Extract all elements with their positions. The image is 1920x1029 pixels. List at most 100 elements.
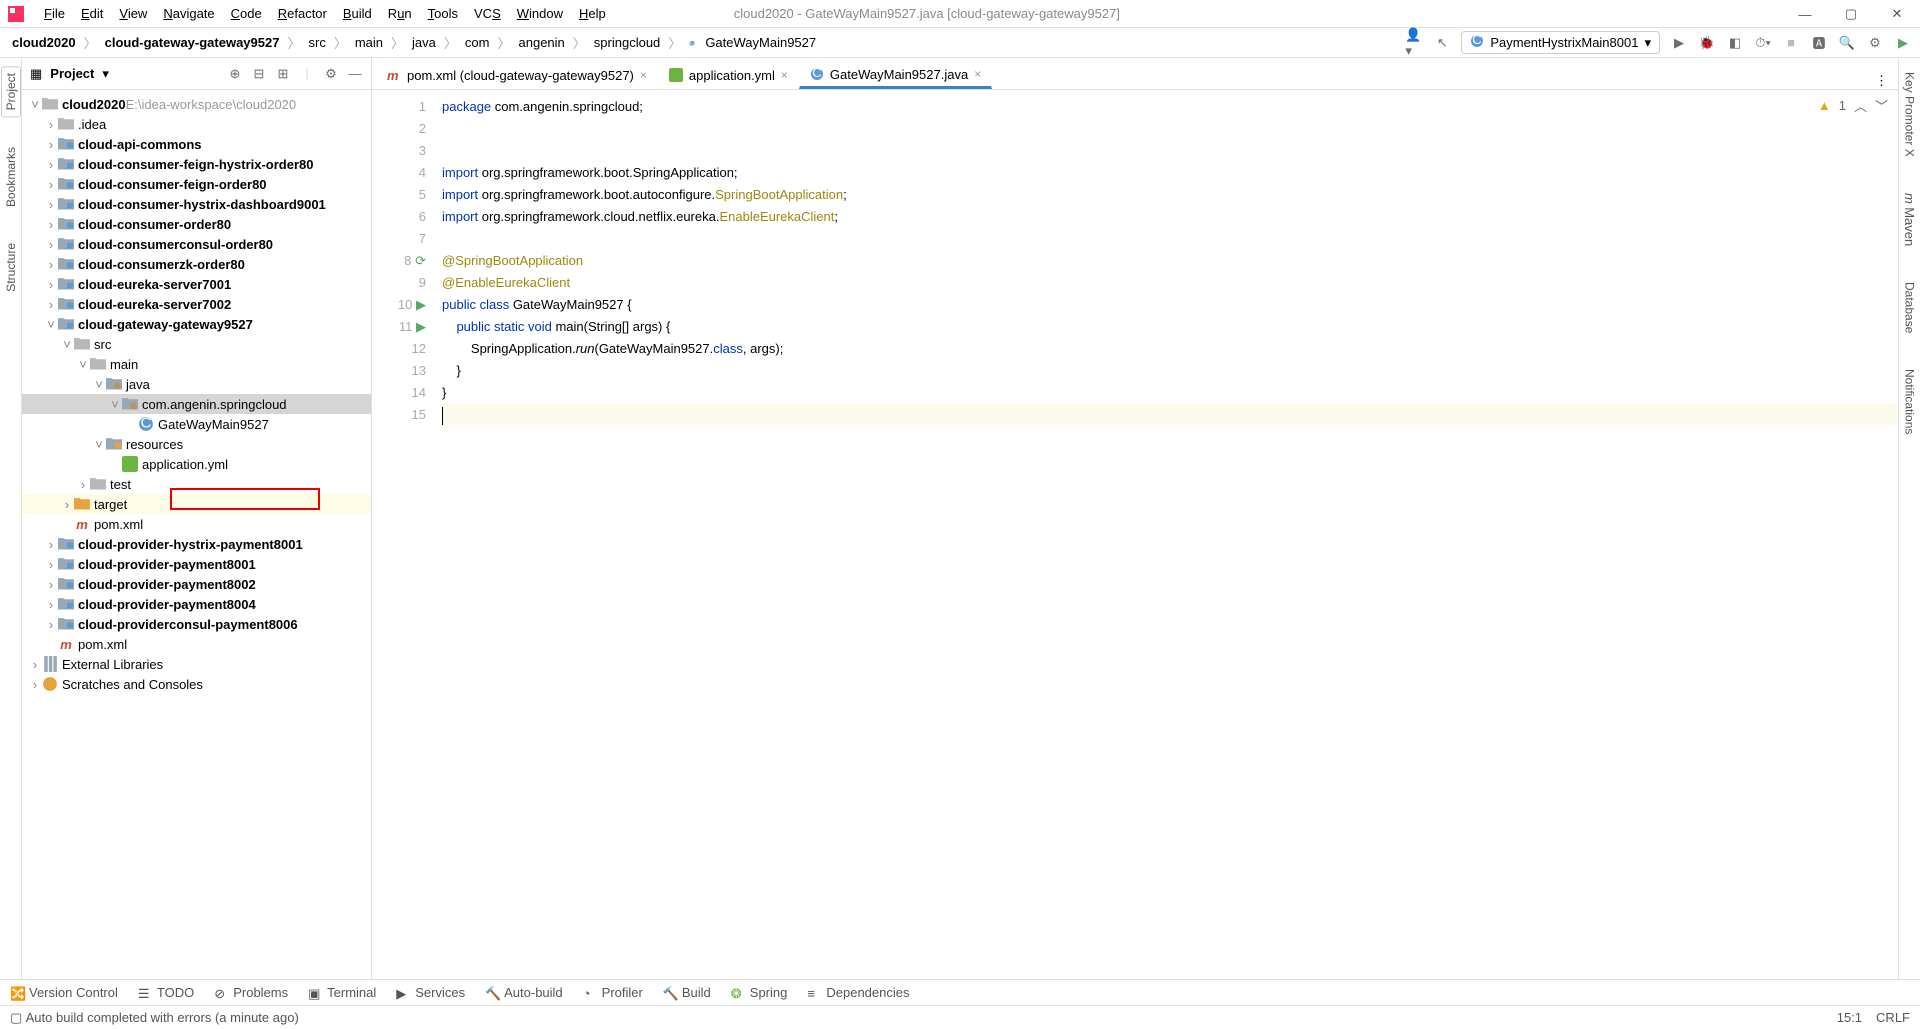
gutter-line[interactable]: 7	[372, 228, 426, 250]
tree-row[interactable]: ›test	[22, 474, 371, 494]
tree-twist-icon[interactable]: ›	[44, 597, 58, 612]
tree-twist-icon[interactable]: ˅	[44, 317, 58, 332]
menu-window[interactable]: Window	[509, 2, 571, 25]
tree-twist-icon[interactable]: ˅	[60, 337, 74, 352]
tree-twist-icon[interactable]: ˅	[92, 377, 106, 392]
collapse-all-icon[interactable]: ⊞	[275, 66, 291, 82]
editor-tab[interactable]: CGateWayMain9527.java×	[799, 61, 992, 89]
tree-twist-icon[interactable]: ›	[44, 577, 58, 592]
menu-edit[interactable]: Edit	[73, 2, 111, 25]
code-line[interactable]: public class GateWayMain9527 {	[442, 294, 1898, 316]
tree-row[interactable]: ›target	[22, 494, 371, 514]
tabs-more-icon[interactable]: ⋮	[1865, 73, 1898, 89]
gutter-line[interactable]: 8 ⟳	[372, 250, 426, 272]
leftrail-bookmarks[interactable]: Bookmarks	[2, 141, 20, 213]
coverage-button[interactable]: ◧	[1726, 34, 1744, 52]
expand-all-icon[interactable]: ⊟	[251, 66, 267, 82]
menu-help[interactable]: Help	[571, 2, 614, 25]
project-tree[interactable]: ˅cloud2020 E:\idea-workspace\cloud2020›.…	[22, 90, 371, 979]
crumb-7[interactable]: springcloud	[590, 35, 665, 50]
tree-twist-icon[interactable]: ›	[44, 197, 58, 212]
tree-row[interactable]: ›.idea	[22, 114, 371, 134]
tree-row[interactable]: ›cloud-consumer-feign-order80	[22, 174, 371, 194]
tree-row[interactable]: ›Scratches and Consoles	[22, 674, 371, 694]
tree-row[interactable]: ›cloud-eureka-server7002	[22, 294, 371, 314]
user-icon[interactable]: 👤▾	[1405, 34, 1423, 52]
tree-row[interactable]: ˅cloud-gateway-gateway9527	[22, 314, 371, 334]
tree-twist-icon[interactable]: ›	[44, 177, 58, 192]
run-button[interactable]: ▶	[1670, 34, 1688, 52]
tree-twist-icon[interactable]: ˅	[108, 397, 122, 412]
gutter-line[interactable]: 11 ▶	[372, 316, 426, 338]
code-content[interactable]: package com.angenin.springcloud; import …	[442, 90, 1898, 979]
rightrail-database[interactable]: Database	[1901, 276, 1919, 339]
tree-twist-icon[interactable]: ›	[44, 257, 58, 272]
tree-twist-icon[interactable]: ›	[44, 277, 58, 292]
code-line[interactable]: SpringApplication.run(GateWayMain9527.cl…	[442, 338, 1898, 360]
gutter-line[interactable]: 6	[372, 206, 426, 228]
bottom-spring[interactable]: ❂Spring	[731, 985, 788, 1000]
tree-twist-icon[interactable]: ˅	[28, 97, 42, 112]
crumb-1[interactable]: cloud-gateway-gateway9527	[101, 35, 284, 50]
bottom-problems[interactable]: ⊘Problems	[214, 985, 288, 1000]
bottom-todo[interactable]: ☰TODO	[138, 985, 194, 1000]
down-icon[interactable]: ﹀	[1875, 96, 1888, 115]
tree-row[interactable]: application.yml	[22, 454, 371, 474]
crumb-6[interactable]: angenin	[515, 35, 569, 50]
bottom-deps[interactable]: ≡Dependencies	[807, 985, 909, 1000]
menu-run[interactable]: Run	[380, 2, 420, 25]
tree-row[interactable]: ›cloud-provider-payment8001	[22, 554, 371, 574]
gear-icon[interactable]: ⚙	[323, 66, 339, 82]
code-line[interactable]: import org.springframework.cloud.netflix…	[442, 206, 1898, 228]
tree-twist-icon[interactable]: ›	[44, 137, 58, 152]
gutter-line[interactable]: 15	[372, 404, 426, 426]
close-icon[interactable]: ×	[974, 67, 981, 81]
bottom-terminal[interactable]: ▣Terminal	[308, 985, 376, 1000]
code-line[interactable]	[442, 118, 1898, 140]
tree-row[interactable]: ›cloud-providerconsul-payment8006	[22, 614, 371, 634]
tree-twist-icon[interactable]: ›	[44, 157, 58, 172]
rightrail-keypromoter[interactable]: Key Promoter X	[1901, 66, 1919, 163]
code-line[interactable]: import org.springframework.boot.SpringAp…	[442, 162, 1898, 184]
crumb-3[interactable]: main	[351, 35, 387, 50]
gutter-line[interactable]: 4	[372, 162, 426, 184]
code-line[interactable]: import org.springframework.boot.autoconf…	[442, 184, 1898, 206]
crumb-2[interactable]: src	[304, 35, 329, 50]
crumb-4[interactable]: java	[408, 35, 440, 50]
close-icon[interactable]: ×	[781, 68, 788, 82]
menu-file[interactable]: File	[36, 2, 73, 25]
tree-row[interactable]: ›cloud-consumer-order80	[22, 214, 371, 234]
bottom-profiler[interactable]: ◔Profiler	[583, 985, 643, 1000]
tree-twist-icon[interactable]: ›	[76, 477, 90, 492]
code-editor[interactable]: 12345678 ⟳910 ▶11 ▶12131415 package com.…	[372, 90, 1898, 979]
run-config-select[interactable]: C PaymentHystrixMain8001 ▾	[1461, 31, 1660, 54]
code-line[interactable]: package com.angenin.springcloud;	[442, 96, 1898, 118]
code-line[interactable]: public static void main(String[] args) {	[442, 316, 1898, 338]
back-icon[interactable]: ↖	[1433, 34, 1451, 52]
tree-twist-icon[interactable]: ›	[28, 657, 42, 672]
tree-row[interactable]: ˅src	[22, 334, 371, 354]
up-icon[interactable]: ︿	[1854, 96, 1867, 115]
code-line[interactable]	[442, 140, 1898, 162]
tree-row[interactable]: ˅cloud2020 E:\idea-workspace\cloud2020	[22, 94, 371, 114]
tree-row[interactable]: ˅com.angenin.springcloud	[22, 394, 371, 414]
tree-twist-icon[interactable]: ›	[44, 557, 58, 572]
tree-row[interactable]: CGateWayMain9527	[22, 414, 371, 434]
project-title[interactable]: Project	[50, 66, 94, 81]
tree-row[interactable]: ˅main	[22, 354, 371, 374]
tree-row[interactable]: ›cloud-provider-payment8004	[22, 594, 371, 614]
crumb-5[interactable]: com	[461, 35, 494, 50]
gutter-line[interactable]: 3	[372, 140, 426, 162]
tree-twist-icon[interactable]: ›	[28, 677, 42, 692]
editor-tab[interactable]: application.yml×	[658, 61, 799, 89]
tree-row[interactable]: ›cloud-consumerconsul-order80	[22, 234, 371, 254]
tree-row[interactable]: ›cloud-consumerzk-order80	[22, 254, 371, 274]
translate-icon[interactable]: 🅰	[1810, 34, 1828, 52]
tree-twist-icon[interactable]: ˅	[76, 357, 90, 372]
tree-row[interactable]: ›External Libraries	[22, 654, 371, 674]
tree-twist-icon[interactable]: ›	[60, 497, 74, 512]
crumb-0[interactable]: cloud2020	[8, 35, 80, 50]
crumb-8[interactable]: GateWayMain9527	[701, 35, 820, 50]
tree-twist-icon[interactable]: ›	[44, 617, 58, 632]
tree-twist-icon[interactable]: ›	[44, 117, 58, 132]
